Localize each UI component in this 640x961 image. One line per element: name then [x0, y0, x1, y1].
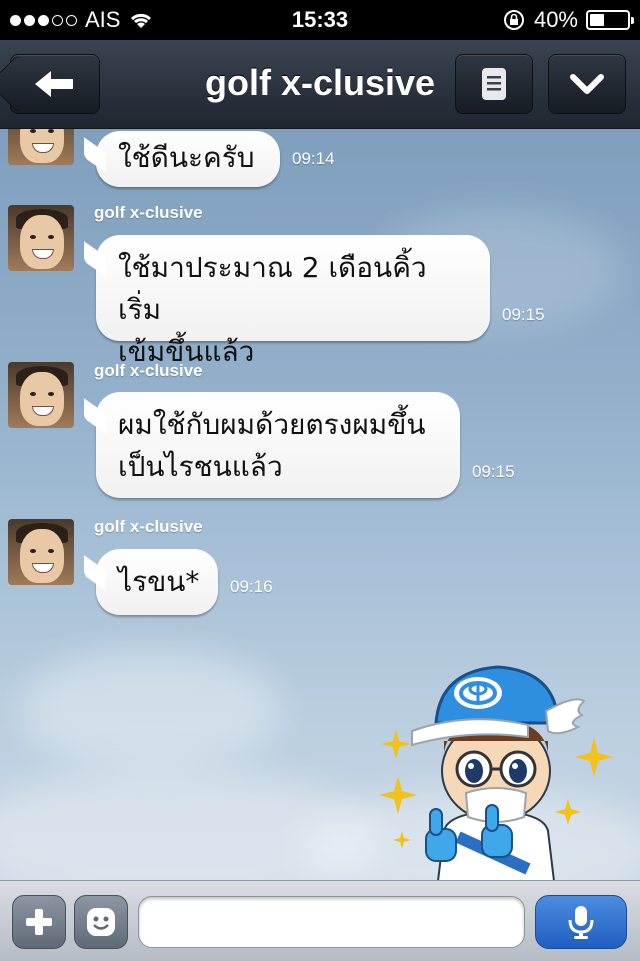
- message-bubble[interactable]: ใช้มาประมาณ 2 เดือนคิ้วเริ่ม เข้มขึ้นแล้…: [96, 235, 490, 368]
- battery-icon: [586, 10, 634, 30]
- mascot-sticker[interactable]: [378, 641, 614, 880]
- message-time: 09:14: [292, 149, 335, 168]
- avatar-face: [20, 372, 64, 426]
- avatar-eye: [30, 549, 36, 553]
- sender-name: golf x-clusive: [94, 517, 203, 536]
- avatar-eye: [30, 129, 36, 133]
- message-input-bar: [0, 880, 640, 961]
- chevron-down-icon: [570, 74, 604, 94]
- message-bubble[interactable]: ใช้ดีนะครับ: [96, 131, 280, 187]
- message-bubble[interactable]: ไรขน*: [96, 549, 218, 615]
- avatar-eye: [48, 129, 54, 133]
- sender-name: golf x-clusive: [94, 361, 203, 380]
- message-bubble[interactable]: ผมใช้กับผมด้วยตรงผมขึ้น เป็นไรชนแล้ว: [96, 392, 460, 498]
- message-text: ใช้ดีนะครับ: [118, 141, 255, 174]
- chat-header: golf x-clusive: [0, 40, 640, 129]
- cloud: [20, 649, 280, 769]
- rotation-lock-icon: [503, 10, 524, 30]
- avatar[interactable]: [8, 205, 74, 271]
- avatar-face: [20, 529, 64, 583]
- message-time: 09:15: [502, 305, 545, 324]
- avatar-eye: [48, 235, 54, 239]
- avatar-eye: [30, 392, 36, 396]
- avatar-eye: [48, 549, 54, 553]
- message-time: 09:15: [472, 462, 515, 481]
- chat-area[interactable]: ใช้ดีนะครับ 09:14 golf x-clusive ใช้มาปร…: [0, 129, 640, 880]
- status-right: 40%: [502, 7, 634, 33]
- avatar[interactable]: [8, 362, 74, 428]
- avatar-face: [20, 215, 64, 269]
- message-text-line: ผมใช้กับผมด้วยตรงผมขึ้น: [118, 408, 426, 441]
- smiley-icon: [87, 908, 115, 936]
- message-text: ไรขน*: [118, 565, 200, 598]
- battery-percent: 40%: [533, 7, 578, 32]
- avatar[interactable]: [8, 129, 74, 165]
- avatar-eye: [48, 392, 54, 396]
- battery-fill: [590, 14, 604, 26]
- menu-button[interactable]: [455, 54, 533, 114]
- message-time: 09:16: [230, 577, 273, 596]
- sender-name: golf x-clusive: [94, 203, 203, 222]
- chat-title: golf x-clusive: [204, 62, 436, 103]
- list-icon: [482, 68, 506, 100]
- message-input[interactable]: [138, 896, 525, 948]
- sticker-button[interactable]: [74, 895, 128, 949]
- add-attachment-button[interactable]: [12, 895, 66, 949]
- back-arrow-icon: [35, 71, 73, 97]
- message-text-line: ใช้มาประมาณ 2 เดือนคิ้วเริ่ม: [118, 251, 427, 326]
- dropdown-button[interactable]: [548, 54, 626, 114]
- avatar[interactable]: [8, 519, 74, 585]
- microphone-icon: [568, 906, 594, 939]
- avatar-eye: [30, 235, 36, 239]
- plus-icon: [26, 909, 52, 935]
- voice-message-button[interactable]: [535, 895, 627, 949]
- message-text-line: เป็นไรชนแล้ว: [118, 450, 283, 483]
- status-bar: AIS 15:33 40%: [0, 0, 640, 40]
